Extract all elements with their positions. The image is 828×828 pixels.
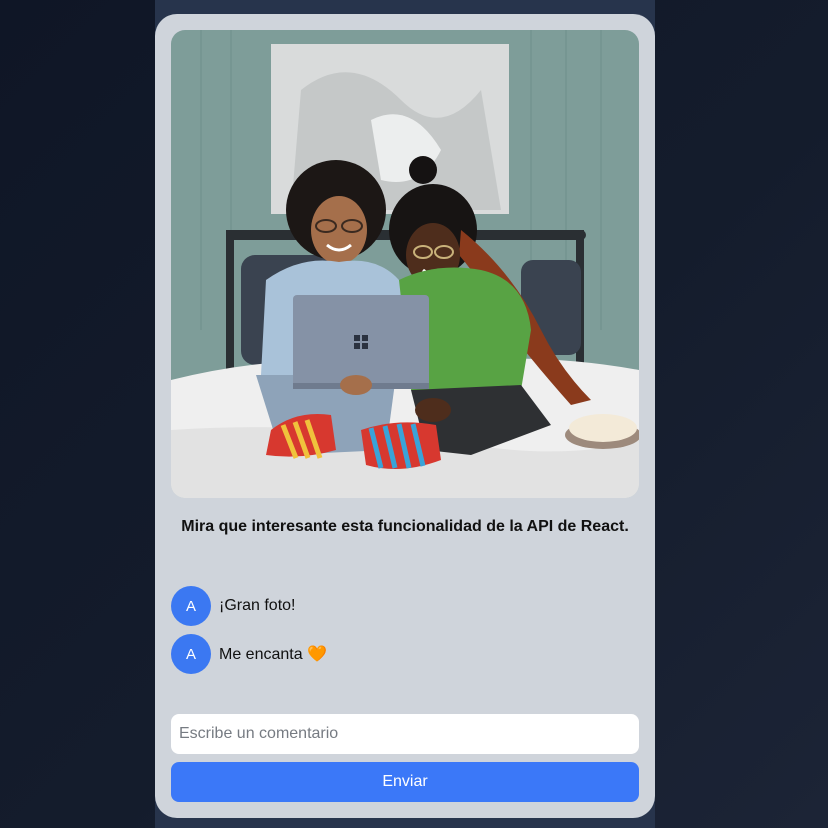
comment-text: ¡Gran foto! (219, 597, 296, 614)
comment-item: A Me encanta 🧡 (171, 634, 639, 674)
post-card: Mira que interesante esta funcionalidad … (155, 14, 655, 818)
comment-item: A ¡Gran foto! (171, 586, 639, 626)
post-caption: Mira que interesante esta funcionalidad … (181, 518, 629, 535)
comment-list: A ¡Gran foto! A Me encanta 🧡 (171, 586, 639, 682)
avatar: A (171, 634, 211, 674)
comment-text: Me encanta 🧡 (219, 646, 327, 663)
avatar: A (171, 586, 211, 626)
send-button[interactable]: Enviar (171, 762, 639, 802)
comment-input[interactable] (171, 714, 639, 754)
post-photo (171, 30, 639, 498)
